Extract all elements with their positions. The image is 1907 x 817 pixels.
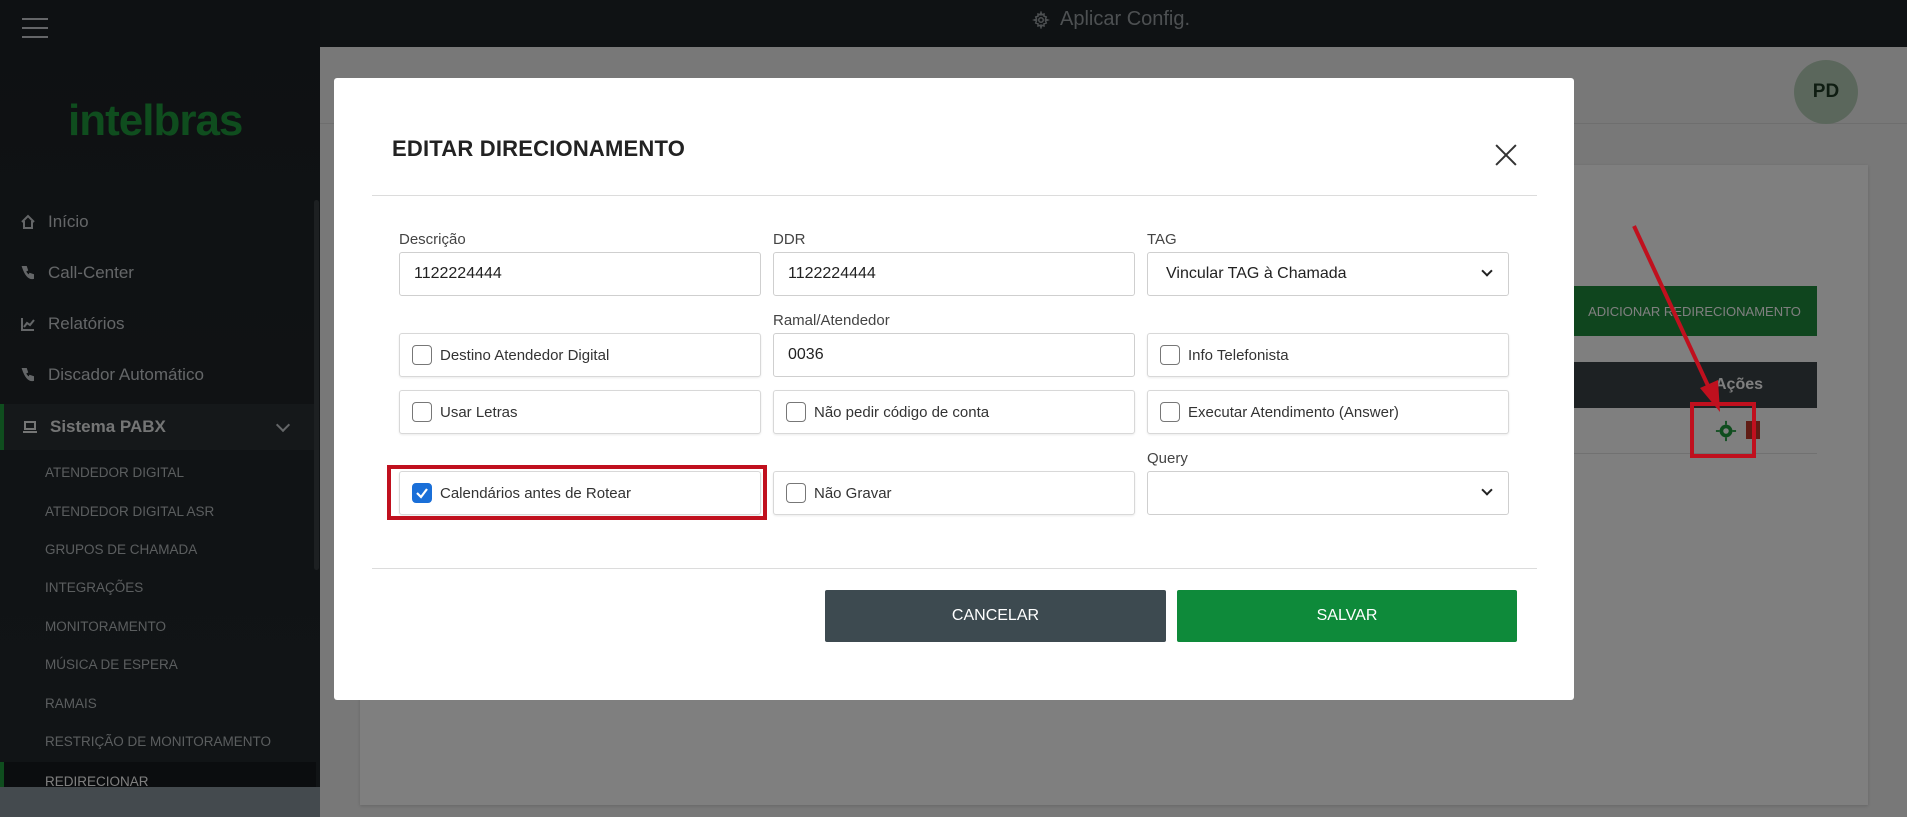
checkbox-label: Destino Atendedor Digital (440, 346, 610, 364)
chevron-down-icon (1481, 484, 1493, 496)
checkbox-label: Info Telefonista (1188, 346, 1289, 364)
modal-footer-divider (372, 568, 1537, 569)
close-icon[interactable] (1494, 143, 1518, 167)
query-label: Query (1147, 450, 1188, 467)
tag-select[interactable]: Vincular TAG à Chamada (1147, 252, 1509, 296)
tag-select-value: Vincular TAG à Chamada (1166, 265, 1347, 282)
nao-gravar-checkbox[interactable]: Não Gravar (773, 471, 1135, 515)
ddr-input[interactable]: 1122224444 (773, 252, 1135, 296)
ramal-label: Ramal/Atendedor (773, 312, 890, 329)
query-select[interactable] (1147, 471, 1509, 515)
tag-label: TAG (1147, 231, 1177, 248)
checkbox-label: Não Gravar (814, 484, 892, 502)
descricao-label: Descrição (399, 231, 466, 248)
chevron-down-icon (1481, 265, 1493, 277)
nao-pedir-codigo-checkbox[interactable]: Não pedir código de conta (773, 390, 1135, 434)
executar-atendimento-checkbox[interactable]: Executar Atendimento (Answer) (1147, 390, 1509, 434)
checkbox-box (1160, 402, 1180, 422)
checkbox-label: Não pedir código de conta (814, 403, 990, 421)
save-button[interactable]: SALVAR (1177, 590, 1517, 642)
annotation-highlight-calendarios (387, 465, 767, 520)
checkbox-box (412, 402, 432, 422)
checkbox-box (786, 483, 806, 503)
checkbox-label: Executar Atendimento (Answer) (1188, 403, 1399, 421)
usar-letras-checkbox[interactable]: Usar Letras (399, 390, 761, 434)
checkbox-box (1160, 345, 1180, 365)
edit-redirect-modal: EDITAR DIRECIONAMENTO Descrição 11222244… (334, 78, 1574, 700)
checkbox-box (786, 402, 806, 422)
modal-title: EDITAR DIRECIONAMENTO (392, 136, 686, 161)
sidebar-footer (0, 787, 320, 817)
checkbox-label: Usar Letras (440, 403, 518, 421)
modal-header-divider (372, 195, 1537, 196)
ramal-input[interactable]: 0036 (773, 333, 1135, 377)
destino-atendedor-checkbox[interactable]: Destino Atendedor Digital (399, 333, 761, 377)
ddr-label: DDR (773, 231, 806, 248)
descricao-input[interactable]: 1122224444 (399, 252, 761, 296)
checkbox-box (412, 345, 432, 365)
annotation-arrow-icon (1632, 225, 1720, 412)
info-telefonista-checkbox[interactable]: Info Telefonista (1147, 333, 1509, 377)
cancel-button[interactable]: CANCELAR (825, 590, 1166, 642)
